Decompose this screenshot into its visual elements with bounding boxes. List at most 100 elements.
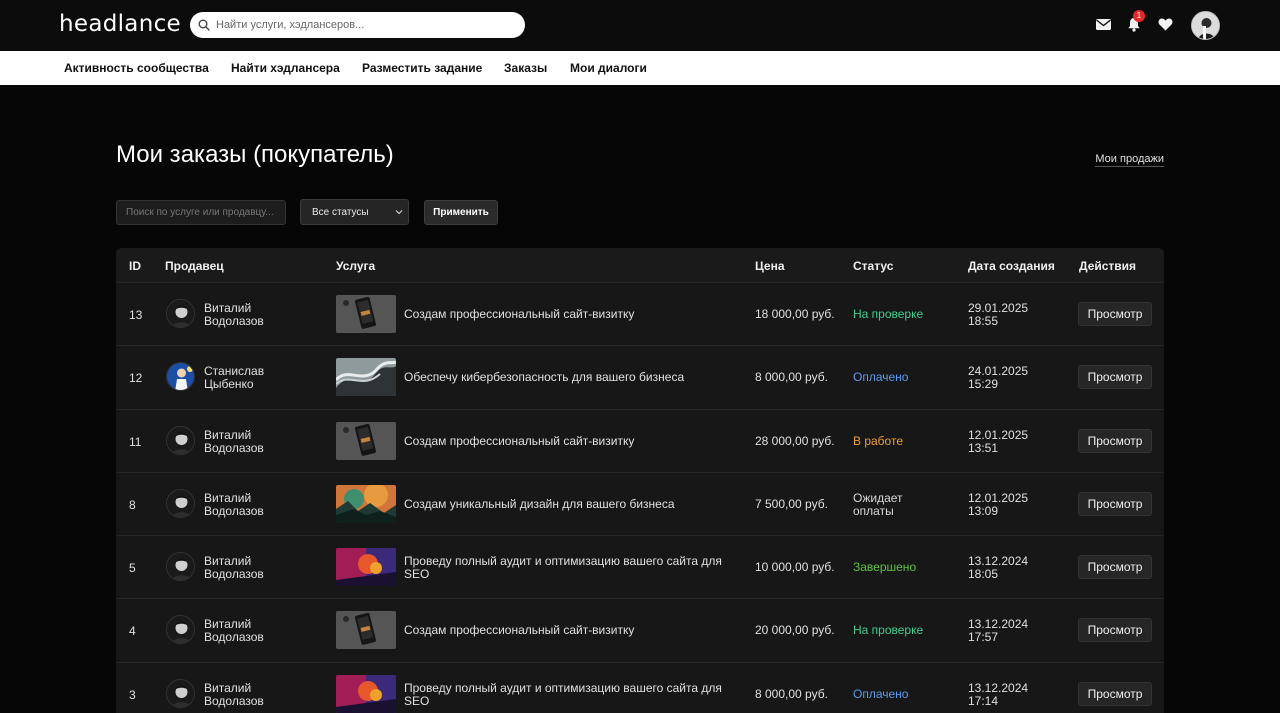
seller-name[interactable]: Виталий Водолазов (204, 555, 294, 581)
status-badge: В работе (853, 433, 904, 448)
order-date-day: 12.01.2025 (968, 490, 1029, 505)
seller-last-name: Цыбенко (204, 377, 254, 392)
search-icon (198, 19, 210, 31)
view-order-button[interactable]: Просмотр (1078, 681, 1152, 706)
view-order-button[interactable]: Просмотр (1078, 555, 1152, 580)
seller-name[interactable]: Виталий Водолазов (204, 680, 294, 708)
view-order-button[interactable]: Просмотр (1078, 428, 1152, 453)
view-order-button[interactable]: Просмотр (1078, 302, 1152, 326)
table-header: ID Продавец Услуга Цена Статус Дата созд… (116, 248, 1164, 283)
order-price: 20 000,00 руб. (755, 623, 835, 638)
service-thumbnail[interactable] (336, 295, 396, 333)
chevron-down-icon (395, 210, 403, 215)
order-id: 5 (129, 561, 136, 576)
service-title[interactable]: Создам уникальный дизайн для вашего бизн… (404, 497, 739, 511)
nav-orders[interactable]: Заказы (504, 61, 547, 75)
order-id: 12 (129, 371, 143, 386)
orders-table: ID Продавец Услуга Цена Статус Дата созд… (116, 248, 1164, 713)
service-thumbnail[interactable] (336, 548, 396, 587)
order-id: 3 (129, 687, 136, 702)
seller-first-name: Виталий (204, 490, 252, 505)
seller-name[interactable]: Станислав Цыбенко (204, 365, 294, 391)
col-status: Статус (853, 259, 894, 273)
seller-name[interactable]: Виталий Водолазов (204, 428, 294, 455)
table-body: 13 Виталий Водолазов Создам профессиональны… (116, 283, 1164, 713)
table-row: 11 Виталий Водолазов Создам профессиональны… (116, 410, 1164, 473)
seller-avatar[interactable] (166, 425, 195, 455)
seller-avatar[interactable] (166, 615, 195, 645)
seller-last-name: Водолазов (204, 630, 264, 645)
seller-last-name: Водолазов (204, 567, 264, 582)
status-badge: На проверке (853, 623, 924, 638)
view-order-button[interactable]: Просмотр (1078, 491, 1152, 516)
user-avatar[interactable] (1191, 11, 1220, 40)
service-thumbnail[interactable] (336, 611, 396, 650)
view-order-button[interactable]: Просмотр (1078, 365, 1152, 390)
order-date-time: 17:57 (968, 630, 999, 645)
nav-find-freelancer[interactable]: Найти хэдлансера (231, 61, 340, 75)
service-title[interactable]: Проведу полный аудит и оптимизацию вашег… (404, 681, 739, 708)
order-date-time: 15:29 (968, 377, 999, 392)
service-title[interactable]: Создам профессиональный сайт-визитку (404, 624, 739, 637)
seller-last-name: Водолазов (204, 440, 264, 455)
search-input[interactable] (216, 19, 516, 31)
notification-badge: 1 (1133, 10, 1145, 22)
status-badge: Завершено (853, 560, 917, 575)
apply-button[interactable]: Применить (424, 200, 498, 225)
order-date-time: 17:14 (968, 693, 999, 708)
seller-avatar[interactable] (166, 488, 195, 518)
service-thumbnail[interactable] (336, 484, 396, 523)
table-row: 13 Виталий Водолазов Создам профессиональны… (116, 283, 1164, 347)
status-badge: Ожидает оплаты (853, 490, 903, 518)
col-actions: Действия (1079, 259, 1137, 273)
order-date-time: 13:09 (968, 503, 999, 518)
seller-avatar[interactable] (166, 678, 195, 708)
service-thumbnail[interactable] (336, 674, 396, 713)
nav-community-activity[interactable]: Активность сообщества (64, 61, 209, 75)
search-bar[interactable] (190, 12, 525, 38)
order-date: 12.01.2025 13:09 (968, 490, 1029, 518)
seller-avatar[interactable] (166, 362, 195, 392)
seller-avatar[interactable] (166, 299, 195, 328)
service-title[interactable]: Обеспечу кибербезопасность для вашего би… (404, 371, 739, 384)
order-id: 4 (129, 624, 136, 639)
order-date-time: 18:55 (968, 314, 999, 328)
table-row: 4 Виталий Водолазов Создам профессиональный… (116, 599, 1164, 663)
seller-last-name: Водолазов (204, 314, 264, 328)
main-nav: Активность сообщества Найти хэдлансера Р… (0, 51, 1280, 85)
order-price: 7 500,00 руб. (755, 496, 828, 511)
order-id: 8 (129, 497, 136, 512)
col-price: Цена (755, 259, 785, 273)
mail-icon[interactable] (1094, 15, 1112, 33)
service-thumbnail[interactable] (336, 358, 396, 397)
order-date: 13.12.2024 18:05 (968, 555, 1028, 581)
logo[interactable]: headlance (59, 11, 181, 37)
col-date: Дата создания (968, 259, 1055, 273)
order-date-time: 18:05 (968, 567, 999, 582)
service-title[interactable]: Создам профессиональный сайт-визитку (404, 434, 739, 448)
nav-post-task[interactable]: Разместить задание (362, 61, 482, 75)
seller-first-name: Виталий (204, 680, 252, 695)
seller-name[interactable]: Виталий Водолазов (204, 490, 294, 518)
status-badge: Оплачено (853, 370, 909, 385)
seller-name[interactable]: Виталий Водолазов (204, 618, 294, 644)
col-seller: Продавец (165, 259, 224, 273)
bell-icon[interactable]: 1 (1125, 10, 1145, 33)
table-row: 8 Виталий Водолазов Создам уникальный дизай… (116, 473, 1164, 537)
my-sales-link[interactable]: Мои продажи (1095, 153, 1164, 167)
order-id: 11 (129, 434, 142, 449)
status-select[interactable]: Все статусы (300, 199, 409, 225)
seller-avatar[interactable] (166, 552, 195, 582)
service-thumbnail[interactable] (336, 421, 396, 460)
status-badge: На проверке (853, 307, 924, 321)
seller-name[interactable]: Виталий Водолазов (204, 302, 294, 328)
table-row: 5 Виталий Водолазов Проведу полный аудит и … (116, 536, 1164, 600)
heart-icon[interactable] (1156, 15, 1174, 33)
order-id: 13 (129, 308, 143, 322)
nav-my-dialogs[interactable]: Мои диалоги (570, 61, 647, 75)
service-title[interactable]: Проведу полный аудит и оптимизацию вашег… (404, 555, 739, 581)
order-search-input[interactable] (116, 200, 286, 225)
view-order-button[interactable]: Просмотр (1078, 618, 1152, 643)
order-price: 8 000,00 руб. (755, 370, 828, 385)
service-title[interactable]: Создам профессиональный сайт-визитку (404, 308, 739, 321)
